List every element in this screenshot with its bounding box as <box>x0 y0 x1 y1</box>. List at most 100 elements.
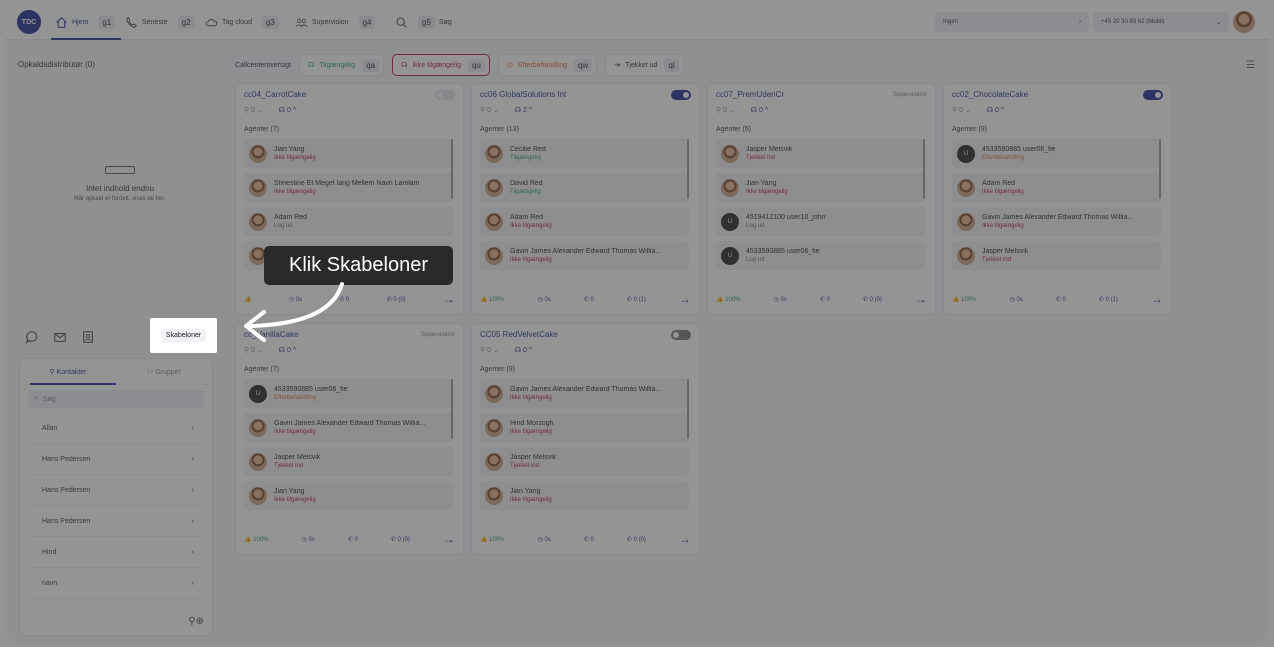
scrollbar[interactable] <box>923 139 925 199</box>
chevron-right-icon: › <box>191 455 194 463</box>
calls-count: ✆ 0 <box>583 536 594 543</box>
tab-contacts[interactable]: ⚲ Kontakter <box>20 368 116 376</box>
filter-available[interactable]: ☊ Tilgængelig qa <box>299 54 385 76</box>
arrow-right-icon[interactable]: → <box>679 532 691 546</box>
contact-row[interactable]: Hans Pedersen › <box>28 506 204 537</box>
agent-row[interactable]: Gavin James Alexander Edward Thomas Will… <box>480 379 689 408</box>
agent-row[interactable]: Jian Yang Ikke tilgængelig <box>480 481 689 510</box>
agent-row[interactable]: Adam Red Log ud <box>244 207 453 236</box>
status-select[interactable]: Ingen › <box>935 12 1089 32</box>
agent-row[interactable]: Stinestine Et Meget lang Mellem Navn Lam… <box>244 173 453 202</box>
home-icon <box>56 16 67 28</box>
templates-button[interactable]: Skabeloner <box>150 318 217 353</box>
contact-tabs: ⚲ Kontakter ⚇ Grupper <box>20 359 212 385</box>
callcenter-card[interactable]: cc02_ChocolateCake ⚲ 0 ⌄ ☊ 0 ^ Agenter (9) … <box>943 83 1172 315</box>
search-icon <box>396 17 407 28</box>
agent-status: Log ud <box>746 223 765 229</box>
card-footer: 👍 100% ◷ 0s ✆ 0 ✆ 0 (1) → <box>952 292 1163 306</box>
callcenter-card[interactable]: cc07_PremUdenCr Superviserer ⚲ 0 ⌄ ☊ 0 ^ Age… <box>707 83 936 315</box>
contact-card-icon[interactable] <box>81 330 95 344</box>
agent-row[interactable]: Jian Yang Ikke tilgængelig <box>244 139 453 168</box>
scrollbar[interactable] <box>1159 139 1161 199</box>
nav-search[interactable]: g5 Søg <box>395 4 452 40</box>
scrollbar[interactable] <box>451 139 453 199</box>
agent-status: Efterbehandling <box>982 155 1025 161</box>
card-title[interactable]: cc04_CarrotCake <box>244 90 306 99</box>
contact-row[interactable]: Hind › <box>28 537 204 568</box>
agent-row[interactable]: Adam Red Ikke tilgængelig <box>480 207 689 236</box>
agent-count[interactable]: ☊ 0 ^ <box>751 106 768 114</box>
filter-aftercall[interactable]: ◷ Efterbehandling qw <box>497 54 598 76</box>
agent-count[interactable]: ☊ 0 ^ <box>987 106 1004 114</box>
agent-row[interactable]: Jasper Melsvik Tjekket ind <box>716 139 925 168</box>
collapse-menu-icon[interactable]: ☰ <box>1246 60 1255 71</box>
agent-row[interactable]: Hind Morzogh Ikke tilgængelig <box>480 413 689 442</box>
agent-row[interactable]: Jasper Melsvik Tjekket ind <box>244 447 453 476</box>
agent-row[interactable]: Gavin James Alexander Edward Thomas Will… <box>244 413 453 442</box>
contact-row[interactable]: navn › <box>28 568 204 599</box>
card-title[interactable]: CC05 RedVelvetCake <box>480 330 558 339</box>
add-contact-icon[interactable]: ⚲⊕ <box>188 616 204 627</box>
agent-row[interactable]: Cecilie Red Tilgængelig <box>480 139 689 168</box>
agent-row[interactable]: Jasper Melsvik Tjekket ind <box>480 447 689 476</box>
nav-tag-cloud[interactable]: Tag cloud g3 <box>205 4 279 40</box>
arrow-right-icon[interactable]: → <box>915 292 927 306</box>
agent-row[interactable]: David Red Tilgængelig <box>480 173 689 202</box>
contact-row[interactable]: Hans Pedersen › <box>28 444 204 475</box>
agent-row[interactable]: U 4519412100 user10_john Log ud <box>716 207 925 236</box>
agent-status: Log ud <box>746 257 765 263</box>
arrow-right-icon[interactable]: → <box>443 532 455 546</box>
agent-count[interactable]: ☊ 0 ^ <box>279 106 296 114</box>
scrollbar[interactable] <box>451 379 453 439</box>
contact-row[interactable]: Allan › <box>28 413 204 444</box>
wait-time: ◷ 0s <box>537 296 551 303</box>
nav-recent[interactable]: Seneste g2 <box>125 4 195 40</box>
contacts-panel: ⚲ Kontakter ⚇ Grupper ⌕ Søg Allan › Hans … <box>19 358 213 636</box>
card-stats: ⚲ 0 ⌄ ☊ 2 ^ <box>480 106 532 114</box>
agent-row[interactable]: Jian Yang Ikke tilgængelig <box>244 481 453 510</box>
scrollbar[interactable] <box>687 379 689 439</box>
callcenter-card[interactable]: CC05 RedVelvetCake ⚲ 0 ⌄ ☊ 0 ^ Agenter (9) … <box>471 323 700 555</box>
card-title[interactable]: cc06 GlobalSolutions Int <box>480 90 566 99</box>
arrow-right-icon[interactable]: → <box>443 292 455 306</box>
number-select[interactable]: +45 20 30 93 62 (Mobil) ⌄ <box>1093 12 1229 32</box>
chat-icon[interactable] <box>25 330 39 344</box>
card-title[interactable]: cc02_ChocolateCake <box>952 90 1028 99</box>
nav-home[interactable]: Hjem g1 <box>55 4 116 40</box>
agent-avatar: U <box>957 144 975 163</box>
scrollbar[interactable] <box>687 139 689 199</box>
agent-row[interactable]: Gavin James Alexander Edward Thomas Will… <box>952 207 1161 236</box>
nav-supervision[interactable]: Supervision g4 <box>295 4 376 40</box>
supervision-icon <box>295 18 308 27</box>
tab-groups[interactable]: ⚇ Grupper <box>116 368 212 376</box>
queue-toggle[interactable] <box>435 90 455 100</box>
agent-row[interactable]: Jasper Melsvik Tjekket ind <box>952 241 1161 270</box>
queue-toggle[interactable] <box>671 90 691 100</box>
agent-row[interactable]: U 4533590885 user06_fie Efterbehandling <box>952 139 1161 168</box>
agent-avatar <box>485 452 503 471</box>
card-title[interactable]: cc07_PremUdenCr <box>716 90 784 99</box>
agent-avatar <box>957 178 975 197</box>
agent-row[interactable]: Gavin James Alexander Edward Thomas Will… <box>480 241 689 270</box>
agent-avatar <box>721 178 739 197</box>
agent-row[interactable]: U 4533590885 user06_fie Efterbehandling <box>244 379 453 408</box>
agent-row[interactable]: U 4533590885 user06_fie Log ud <box>716 241 925 270</box>
agent-count[interactable]: ☊ 2 ^ <box>515 106 532 114</box>
mail-icon[interactable] <box>53 330 67 344</box>
agent-status: Ikke tilgængelig <box>510 223 552 229</box>
contact-row[interactable]: Hans Pedersen › <box>28 475 204 506</box>
agent-row[interactable]: Adam Red Ikke tilgængelig <box>952 173 1161 202</box>
queue-toggle[interactable] <box>1143 90 1163 100</box>
user-avatar[interactable] <box>1233 11 1255 33</box>
filter-unavailable[interactable]: ☊ Ikke tilgængelig qu <box>392 54 490 76</box>
callcenter-card[interactable]: cc_VanillaCake Superviserer ⚲ 0 ⌄ ☊ 0 ^ Agen… <box>235 323 464 555</box>
queue-toggle[interactable] <box>671 330 691 340</box>
arrow-right-icon[interactable]: → <box>679 292 691 306</box>
filter-checked-out[interactable]: ⇥ Tjekket ud ql <box>605 54 684 76</box>
callcenter-card[interactable]: cc06 GlobalSolutions Int ⚲ 0 ⌄ ☊ 2 ^ Agente… <box>471 83 700 315</box>
agent-avatar <box>249 452 267 471</box>
agent-row[interactable]: Jian Yang Ikke tilgængelig <box>716 173 925 202</box>
agent-count[interactable]: ☊ 0 ^ <box>515 346 532 354</box>
contact-search-input[interactable]: ⌕ Søg <box>28 390 204 408</box>
arrow-right-icon[interactable]: → <box>1151 292 1163 306</box>
